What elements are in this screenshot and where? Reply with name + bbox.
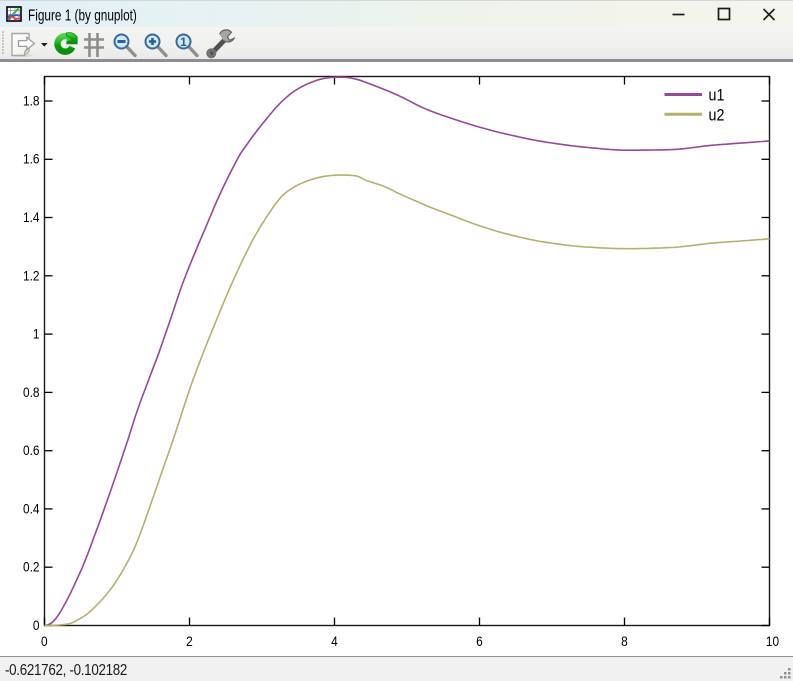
svg-text:1: 1	[33, 326, 40, 342]
svg-text:u2: u2	[709, 106, 725, 124]
svg-text:u1: u1	[709, 86, 725, 104]
svg-text:10: 10	[766, 633, 779, 649]
svg-text:1.2: 1.2	[23, 268, 40, 284]
svg-text:0.8: 0.8	[23, 384, 40, 400]
svg-text:1.6: 1.6	[23, 151, 40, 167]
svg-text:0.6: 0.6	[23, 442, 40, 458]
svg-text:4: 4	[331, 633, 338, 649]
svg-text:6: 6	[476, 633, 483, 649]
svg-text:1.4: 1.4	[23, 209, 40, 225]
svg-text:0: 0	[33, 617, 40, 633]
svg-text:0.4: 0.4	[23, 501, 40, 517]
svg-text:8: 8	[621, 633, 628, 649]
svg-text:2: 2	[186, 633, 193, 649]
svg-text:1.8: 1.8	[23, 93, 40, 109]
svg-text:0.2: 0.2	[23, 559, 40, 575]
svg-text:0: 0	[41, 633, 48, 649]
